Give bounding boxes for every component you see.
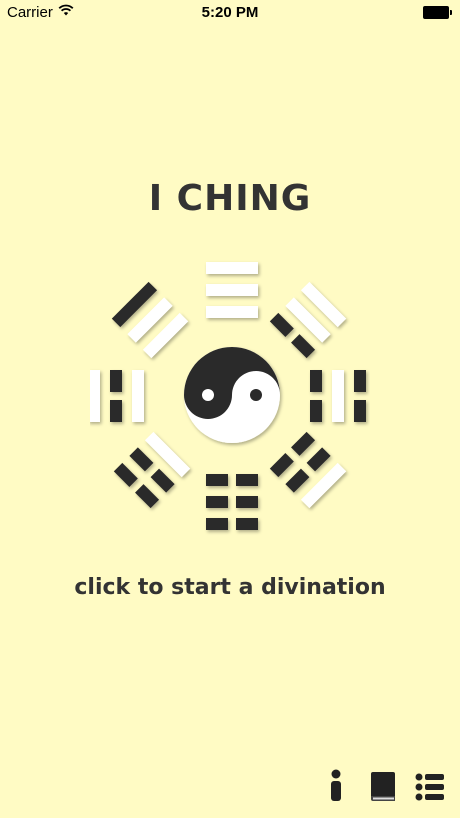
battery-full-icon (423, 6, 452, 19)
trigram-southeast[interactable] (269, 431, 347, 509)
book-icon[interactable] (368, 768, 400, 804)
bagua-diagram[interactable] (90, 250, 370, 540)
start-divination-prompt[interactable]: click to start a divination (0, 575, 460, 600)
trigram-northeast[interactable] (269, 281, 347, 359)
trigram-west[interactable] (90, 370, 144, 422)
list-icon[interactable] (414, 768, 446, 804)
status-time: 5:20 PM (201, 4, 259, 21)
status-bar: Carrier 5:20 PM (0, 0, 460, 24)
trigram-southwest[interactable] (113, 431, 191, 509)
info-icon[interactable] (326, 768, 346, 804)
trigram-east[interactable] (310, 370, 366, 422)
yin-yang-icon[interactable] (184, 347, 280, 443)
trigram-northwest[interactable] (111, 281, 189, 359)
app-title: I CHING (148, 178, 312, 219)
trigram-north[interactable] (206, 262, 258, 318)
trigram-south[interactable] (206, 474, 258, 530)
